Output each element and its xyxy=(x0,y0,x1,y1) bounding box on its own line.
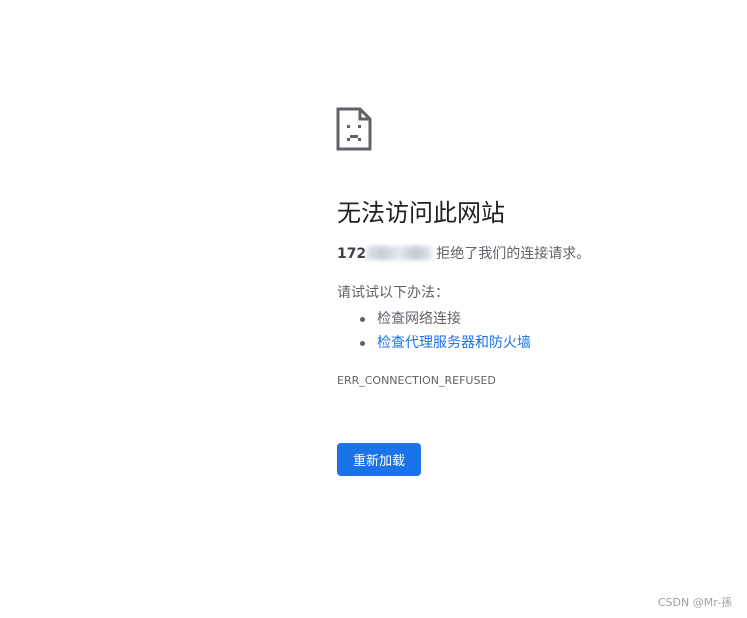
check-proxy-firewall-link[interactable]: 检查代理服务器和防火墙 xyxy=(377,335,531,351)
suggestions-title: 请试试以下办法： xyxy=(337,285,449,301)
bullet-icon xyxy=(360,317,365,322)
suggestion-item-check-proxy-firewall: 检查代理服务器和防火墙 xyxy=(337,331,531,355)
sad-document-icon xyxy=(336,107,372,151)
host-address: 172 xyxy=(337,246,367,262)
suggestion-label: 检查网络连接 xyxy=(377,311,461,327)
reload-button[interactable]: 重新加载 xyxy=(337,443,421,476)
error-message-text: 拒绝了我们的连接请求。 xyxy=(436,246,591,262)
error-page: 无法访问此网站 172 拒绝了我们的连接请求。 请试试以下办法： 检查网络连接 检… xyxy=(0,0,747,618)
suggestion-item-check-network: 检查网络连接 xyxy=(337,307,531,331)
watermark: CSDN @Mr-孫 xyxy=(657,596,732,609)
suggestions-list: 检查网络连接 检查代理服务器和防火墙 xyxy=(337,307,531,355)
error-code: ERR_CONNECTION_REFUSED xyxy=(337,374,496,387)
page-title: 无法访问此网站 xyxy=(337,199,505,227)
error-message: 172 拒绝了我们的连接请求。 xyxy=(337,244,590,264)
redacted-host-blur xyxy=(366,246,433,260)
bullet-icon xyxy=(360,341,365,346)
